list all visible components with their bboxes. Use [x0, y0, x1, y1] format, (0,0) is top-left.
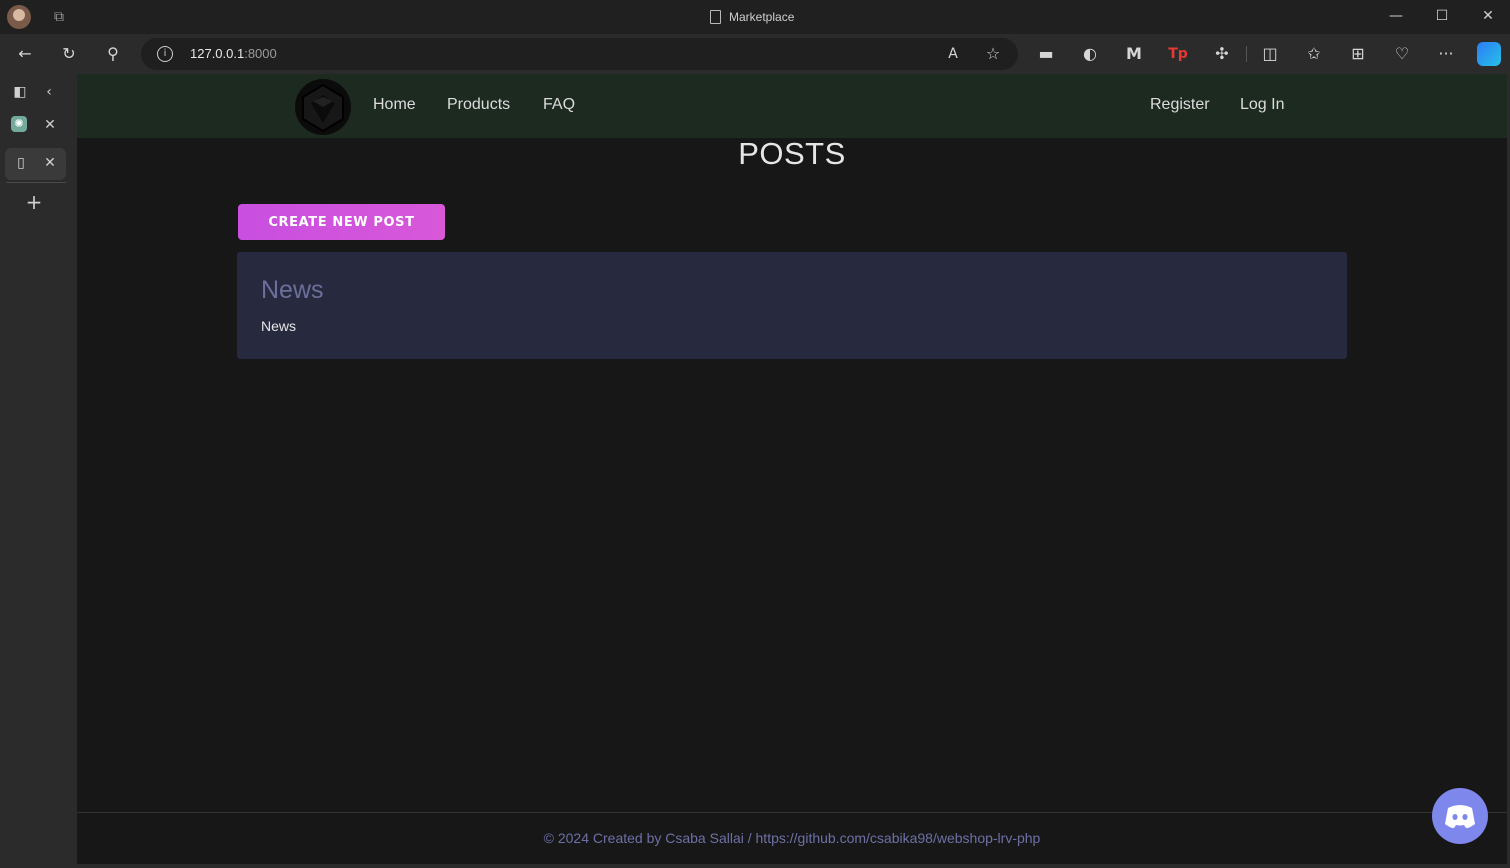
vertical-tabs-sidebar: ◧ ‹ ✺ ✕ ▯ ✕ + [0, 74, 77, 868]
close-icon[interactable]: ✕ [1465, 0, 1510, 34]
extensions-puzzle-icon[interactable]: ✣ [1211, 43, 1233, 65]
nav-home-link[interactable]: Home [373, 96, 416, 114]
browser-toolbar: ← ↻ ⚲ i 127.0.0.1:8000 A ☆ ▬ ◐ M Tp ✣ ◫ … [0, 34, 1510, 74]
window-title: Marketplace [710, 0, 794, 34]
maximize-icon[interactable]: ☐ [1419, 0, 1465, 34]
profile-avatar[interactable] [7, 5, 31, 29]
document-icon [710, 10, 721, 24]
window-titlebar: ⧉ Marketplace — ☐ ✕ [0, 0, 1510, 34]
copilot-icon[interactable] [1477, 42, 1501, 66]
post-title[interactable]: News [261, 276, 324, 305]
document-icon: ▯ [17, 155, 25, 171]
workspaces-icon[interactable]: ⧉ [50, 8, 68, 26]
split-screen-icon[interactable]: ◫ [1259, 43, 1281, 65]
back-icon[interactable]: ← [14, 43, 36, 65]
refresh-icon[interactable]: ↻ [58, 43, 80, 65]
browser-health-icon[interactable]: ♡ [1391, 43, 1413, 65]
read-aloud-icon[interactable]: A [942, 43, 964, 65]
nav-register-link[interactable]: Register [1150, 96, 1210, 114]
close-tab-icon[interactable]: ✕ [40, 153, 60, 173]
footer-credit[interactable]: © 2024 Created by Csaba Sallai / https:/… [77, 830, 1507, 846]
chatgpt-tab-icon[interactable]: ✺ [11, 116, 27, 132]
create-new-post-button[interactable]: CREATE NEW POST [238, 204, 445, 240]
collections-icon[interactable]: ⊞ [1347, 43, 1369, 65]
extension-icon[interactable]: ◐ [1079, 43, 1101, 65]
malwarebytes-icon[interactable]: M [1123, 43, 1145, 65]
collapse-sidebar-icon[interactable]: ‹ [39, 82, 59, 102]
favorites-icon[interactable]: ✩ [1303, 43, 1325, 65]
discord-chat-button[interactable] [1432, 788, 1488, 844]
discord-icon [1445, 805, 1475, 829]
page-viewport: Home Products FAQ Register Log In POSTS … [77, 74, 1507, 864]
site-info-icon[interactable]: i [157, 46, 173, 62]
toolbar-divider [1246, 46, 1247, 62]
nav-products-link[interactable]: Products [447, 96, 510, 114]
footer-divider [77, 812, 1507, 813]
nav-login-link[interactable]: Log In [1240, 96, 1284, 114]
extension-icon[interactable]: ▬ [1035, 43, 1057, 65]
nav-faq-link[interactable]: FAQ [543, 96, 575, 114]
tab-actions-icon[interactable]: ◧ [10, 82, 30, 102]
site-navbar: Home Products FAQ Register Log In [77, 74, 1507, 138]
minimize-icon[interactable]: — [1373, 0, 1419, 34]
page-title: POSTS [738, 136, 846, 171]
tp-extension-icon[interactable]: Tp [1167, 43, 1189, 65]
site-logo[interactable] [293, 77, 353, 137]
search-icon[interactable]: ⚲ [102, 43, 124, 65]
post-body: News [261, 318, 297, 334]
address-bar[interactable]: i 127.0.0.1:8000 A ☆ [141, 38, 1018, 70]
post-card[interactable]: News News [237, 252, 1347, 359]
favorite-star-icon[interactable]: ☆ [982, 43, 1004, 65]
url-text[interactable]: 127.0.0.1:8000 [190, 38, 277, 70]
more-icon[interactable]: ··· [1435, 43, 1457, 65]
close-tab-icon[interactable]: ✕ [40, 115, 60, 135]
sidebar-divider [6, 182, 66, 183]
new-tab-icon[interactable]: + [24, 192, 44, 212]
